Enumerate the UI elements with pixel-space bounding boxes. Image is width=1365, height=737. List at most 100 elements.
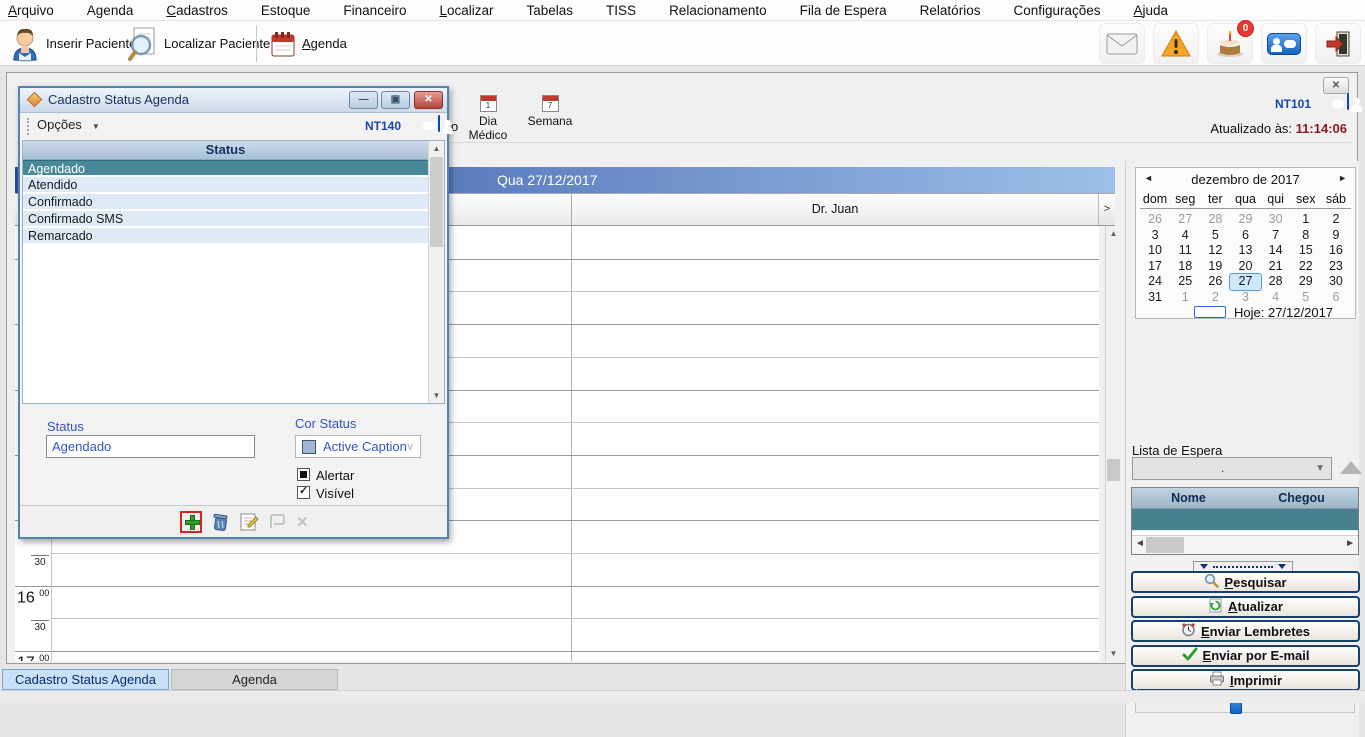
- waitlist-selected-row[interactable]: [1132, 509, 1358, 531]
- calendar-day[interactable]: 2: [1321, 212, 1351, 228]
- calendar-day[interactable]: 27: [1170, 212, 1200, 228]
- calendar-day[interactable]: 8: [1291, 228, 1321, 244]
- status-input[interactable]: [46, 435, 255, 458]
- calendar-day[interactable]: 9: [1321, 228, 1351, 244]
- calendar-day[interactable]: 31: [1140, 290, 1170, 306]
- scroll-up-icon[interactable]: ▲: [1106, 226, 1121, 241]
- calendar-day[interactable]: 19: [1200, 259, 1230, 275]
- scroll-down-icon[interactable]: ▼: [1106, 646, 1121, 661]
- alert-button[interactable]: [1153, 23, 1199, 64]
- calendar-day[interactable]: 25: [1170, 274, 1200, 290]
- calendar-day[interactable]: 28: [1200, 212, 1230, 228]
- agenda-messenger-button[interactable]: [1332, 93, 1362, 112]
- calendar-next-icon[interactable]: ►: [1338, 173, 1347, 183]
- dialog-messenger-button[interactable]: [423, 115, 453, 134]
- calendar-day[interactable]: 1: [1170, 290, 1200, 306]
- edit-icon[interactable]: [239, 512, 259, 532]
- calendar-day[interactable]: 21: [1261, 259, 1291, 275]
- menu-tabelas[interactable]: Tabelas: [527, 3, 574, 18]
- scroll-right-icon[interactable]: ►: [1345, 538, 1355, 549]
- pesquisar-button[interactable]: Pesquisar: [1131, 571, 1360, 593]
- scroll-up-icon[interactable]: ▲: [429, 141, 444, 156]
- calendar-day[interactable]: 5: [1291, 290, 1321, 306]
- close-button[interactable]: ✕: [414, 91, 443, 109]
- waitlist-col-chegou[interactable]: Chegou: [1245, 488, 1358, 508]
- doctor-column-header[interactable]: Dr. Juan: [572, 194, 1098, 225]
- calendar-day[interactable]: 29: [1230, 212, 1260, 228]
- locate-patient-button[interactable]: Localizar Paciente: [122, 23, 276, 64]
- calendar-day[interactable]: 4: [1261, 290, 1291, 306]
- semana-button[interactable]: 7 Semana: [521, 95, 579, 137]
- collapse-panel-button[interactable]: [1340, 461, 1362, 474]
- window-tab-agenda[interactable]: Agenda: [171, 669, 338, 690]
- messenger-button[interactable]: [1261, 23, 1307, 64]
- status-row[interactable]: Agendado: [23, 160, 428, 177]
- menu-financeiro[interactable]: Financeiro: [343, 3, 406, 18]
- calendar-day[interactable]: 2: [1200, 290, 1230, 306]
- calendar-day[interactable]: 3: [1140, 228, 1170, 244]
- minimize-button[interactable]: —: [349, 91, 378, 109]
- waitlist-col-nome[interactable]: Nome: [1132, 488, 1245, 508]
- calendar-today-row[interactable]: Hoje: 27/12/2017: [1136, 305, 1355, 320]
- calendar-day[interactable]: 4: [1170, 228, 1200, 244]
- atualizar-button[interactable]: Atualizar: [1131, 595, 1360, 618]
- menu-agenda[interactable]: Agenda: [87, 3, 134, 18]
- cancel-icon[interactable]: ✕: [296, 513, 309, 531]
- calendar-day[interactable]: 6: [1321, 290, 1351, 306]
- calendar-day-selected[interactable]: 27: [1229, 273, 1262, 291]
- scroll-down-icon[interactable]: ▼: [429, 388, 444, 403]
- calendar-day[interactable]: 30: [1261, 212, 1291, 228]
- calendar-day[interactable]: 26: [1140, 212, 1170, 228]
- scrollbar-thumb[interactable]: [430, 157, 443, 247]
- calendar-day[interactable]: 23: [1321, 259, 1351, 275]
- birthday-button[interactable]: 0: [1207, 20, 1254, 64]
- menu-estoque[interactable]: Estoque: [261, 3, 311, 18]
- scrollbar-thumb[interactable]: [1107, 459, 1120, 481]
- dia-medico-button[interactable]: 1 Dia Médico: [459, 95, 517, 142]
- next-column-button[interactable]: >: [1098, 194, 1115, 225]
- calendar-day[interactable]: 6: [1230, 228, 1260, 244]
- waitlist-horizontal-scrollbar[interactable]: ◄ ►: [1132, 535, 1358, 554]
- window-tab-cadastro-status-agenda[interactable]: Cadastro Status Agenda: [2, 669, 169, 690]
- menu-tiss[interactable]: TISS: [606, 3, 636, 18]
- menu-fila-de-espera[interactable]: Fila de Espera: [800, 3, 887, 18]
- enviar-por-e-mail-button[interactable]: Enviar por E-mail: [1131, 644, 1360, 667]
- grid-vertical-scrollbar[interactable]: ▲ ▼: [1105, 226, 1121, 661]
- dialog-title-bar[interactable]: Cadastro Status Agenda — ▣ ✕: [20, 88, 447, 113]
- status-list-header[interactable]: Status: [23, 141, 428, 160]
- menu-configurações[interactable]: Configurações: [1013, 3, 1100, 18]
- menu-relacionamento[interactable]: Relacionamento: [669, 3, 767, 18]
- delete-icon[interactable]: [211, 512, 230, 532]
- scroll-left-icon[interactable]: ◄: [1135, 538, 1145, 549]
- calendar-day[interactable]: 14: [1261, 243, 1291, 259]
- status-row[interactable]: Remarcado: [23, 228, 428, 245]
- agenda-window-close-button[interactable]: ✕: [1323, 77, 1349, 94]
- calendar-day[interactable]: 18: [1170, 259, 1200, 275]
- calendar-day[interactable]: 13: [1230, 243, 1260, 259]
- calendar-day[interactable]: 17: [1140, 259, 1170, 275]
- waitlist-dropdown[interactable]: . ▼: [1132, 457, 1332, 480]
- calendar-day[interactable]: 1: [1291, 212, 1321, 228]
- calendar-day[interactable]: 15: [1291, 243, 1321, 259]
- menu-arquivo[interactable]: Arquivo: [8, 3, 54, 18]
- status-row[interactable]: Confirmado: [23, 194, 428, 211]
- menu-relatórios[interactable]: Relatórios: [920, 3, 981, 18]
- alertar-checkbox[interactable]: [297, 468, 310, 481]
- calendar-day[interactable]: 29: [1291, 274, 1321, 290]
- agenda-button[interactable]: Agenda: [264, 23, 353, 64]
- color-dropdown[interactable]: Active Caption ∨: [295, 435, 421, 458]
- calendar-day[interactable]: 5: [1200, 228, 1230, 244]
- scrollbar-thumb[interactable]: [1146, 537, 1184, 553]
- post-icon[interactable]: [268, 513, 287, 531]
- status-row[interactable]: Atendido: [23, 177, 428, 194]
- enviar-lembretes-button[interactable]: Enviar Lembretes: [1131, 620, 1360, 643]
- calendar-day[interactable]: 10: [1140, 243, 1170, 259]
- status-row[interactable]: Confirmado SMS: [23, 211, 428, 228]
- list-vertical-scrollbar[interactable]: ▲ ▼: [428, 141, 444, 403]
- menu-ajuda[interactable]: Ajuda: [1134, 3, 1169, 18]
- visivel-checkbox[interactable]: ✓: [297, 485, 310, 499]
- add-status-button[interactable]: [180, 510, 202, 533]
- calendar-day[interactable]: 7: [1261, 228, 1291, 244]
- menu-localizar[interactable]: Localizar: [439, 3, 493, 18]
- mail-button[interactable]: [1099, 23, 1145, 64]
